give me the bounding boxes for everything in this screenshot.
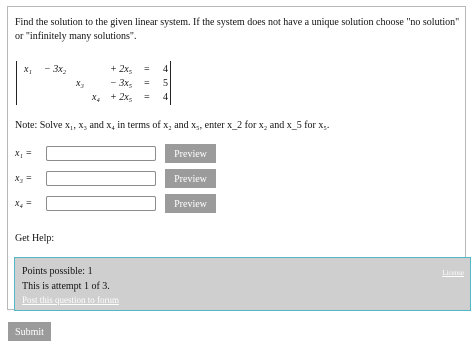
system-right-bar (170, 61, 171, 105)
system-row1-term3: + 2x₅ (110, 64, 133, 75)
post-to-forum-link[interactable]: Post this question to forum (22, 295, 119, 305)
question-box: Find the solution to the given linear sy… (7, 6, 471, 311)
question-prompt: Find the solution to the given linear sy… (15, 17, 460, 42)
attempt-count: This is attempt 1 of 3. (22, 281, 110, 292)
system-row3-term1: x₄ (92, 92, 100, 103)
answer-input-x1[interactable] (46, 146, 156, 161)
answer-row-x4: x₄ = Preview (15, 194, 235, 213)
answer-row-x3: x₃ = Preview (15, 169, 235, 188)
submit-button[interactable]: Submit (8, 322, 51, 341)
system-row2-term2: − 3x₅ (110, 78, 133, 89)
system-row2-rhs: 5 (163, 78, 168, 89)
system-row3-rhs: 4 (163, 92, 168, 103)
preview-button-x3[interactable]: Preview (165, 169, 216, 188)
system-left-bar (16, 61, 17, 105)
points-possible: Points possible: 1 (22, 266, 93, 277)
answer-label-x1: x₁ = (15, 148, 33, 159)
system-row3-equals: = (144, 92, 150, 103)
get-help-label: Get Help: (15, 233, 55, 244)
answer-label-x3: x₃ = (15, 173, 33, 184)
system-row1-rhs: 4 (163, 64, 168, 75)
system-row2-term1: x₃ (76, 78, 84, 89)
system-row3-term2: + 2x₅ (110, 92, 133, 103)
preview-button-x4[interactable]: Preview (165, 194, 216, 213)
attempt-info-panel: Points possible: 1 This is attempt 1 of … (14, 257, 471, 311)
linear-system: x₁ − 3x₂ + 2x₅ = 4 x₃ − 3x₅ = 5 x₄ + 2x₅… (16, 61, 176, 107)
system-row1-term1: x₁ (24, 64, 32, 75)
solve-note: Note: Solve x₁, x₃ and x₄ in terms of x₂… (15, 120, 330, 131)
answer-label-x4: x₄ = (15, 198, 33, 209)
system-row1-term2: − 3x₂ (44, 64, 67, 75)
answer-row-x1: x₁ = Preview (15, 144, 235, 163)
license-link[interactable]: License (442, 269, 464, 277)
system-row2-equals: = (144, 78, 150, 89)
system-row1-equals: = (144, 64, 150, 75)
answer-input-x4[interactable] (46, 196, 156, 211)
answer-input-x3[interactable] (46, 171, 156, 186)
preview-button-x1[interactable]: Preview (165, 144, 216, 163)
